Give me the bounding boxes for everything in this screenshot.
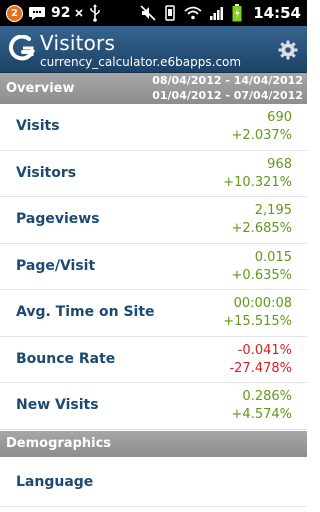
app-header: Visitors currency_calculator.e6bapps.com bbox=[0, 26, 307, 73]
previous-date-range: 01/04/2012 - 07/04/2012 bbox=[152, 89, 303, 102]
metric-row-page-per-visit[interactable]: Page/Visit 0.015 +0.635% bbox=[0, 243, 307, 290]
metric-change: +10.321% bbox=[223, 174, 292, 190]
page-title: Visitors bbox=[40, 31, 116, 55]
metric-value: 2,195 bbox=[254, 203, 292, 218]
metric-label: Visits bbox=[16, 118, 60, 134]
status-bar-right: 14:54 bbox=[140, 3, 301, 23]
date-ranges: 08/04/2012 - 14/04/2012 01/04/2012 - 07/… bbox=[152, 73, 303, 103]
metrics-list: Visits 690 +2.037% Visitors 968 +10.321%… bbox=[0, 104, 307, 430]
close-notification-icon bbox=[75, 9, 84, 17]
metric-change: +4.574% bbox=[231, 407, 292, 422]
overview-title: Overview bbox=[6, 81, 75, 96]
signal-icon bbox=[209, 5, 225, 21]
metric-values: 690 +2.037% bbox=[232, 109, 292, 145]
metric-change: -27.478% bbox=[229, 360, 292, 376]
vibrate-icon bbox=[163, 5, 177, 21]
clock: 14:54 bbox=[253, 4, 301, 22]
metric-values: 00:00:08 +15.515% bbox=[223, 295, 292, 331]
profile-domain: currency_calculator.e6bapps.com bbox=[40, 55, 242, 69]
metric-row-visits[interactable]: Visits 690 +2.037% bbox=[0, 104, 307, 151]
metric-label: Page/Visit bbox=[16, 257, 96, 274]
wifi-icon bbox=[184, 6, 202, 20]
notification-badge: 2 bbox=[6, 4, 23, 22]
metric-values: 0.015 +0.635% bbox=[232, 249, 292, 285]
metric-row-pageviews[interactable]: Pageviews 2,195 +2.685% bbox=[0, 197, 307, 244]
metric-values: -0.041% -27.478% bbox=[229, 342, 292, 378]
metric-row-avg-time-on-site[interactable]: Avg. Time on Site 00:00:08 +15.515% bbox=[0, 290, 307, 337]
metric-label: New Visits bbox=[16, 397, 99, 413]
gear-icon[interactable] bbox=[278, 40, 298, 60]
status-bar: 2 92 14:54 bbox=[0, 0, 307, 26]
metric-value: 00:00:08 bbox=[233, 296, 292, 311]
metric-value: -0.041% bbox=[237, 342, 292, 358]
mute-icon bbox=[140, 5, 156, 21]
battery-percent-text: 92 bbox=[51, 5, 71, 21]
metric-value: 0.286% bbox=[242, 389, 292, 404]
current-date-range: 08/04/2012 - 14/04/2012 bbox=[152, 74, 303, 87]
metric-values: 2,195 +2.685% bbox=[232, 202, 292, 238]
usb-icon bbox=[88, 4, 102, 22]
metric-row-bounce-rate[interactable]: Bounce Rate -0.041% -27.478% bbox=[0, 336, 307, 383]
metric-values: 968 +10.321% bbox=[223, 156, 292, 192]
metric-label: Pageviews bbox=[16, 211, 100, 227]
metric-value: 968 bbox=[267, 156, 292, 172]
demographics-item-language[interactable]: Language bbox=[0, 457, 307, 507]
metric-row-visitors[interactable]: Visitors 968 +10.321% bbox=[0, 150, 307, 197]
demographics-title: Demographics bbox=[6, 436, 112, 451]
metric-change: +0.635% bbox=[231, 267, 292, 283]
metric-value: 0.015 bbox=[254, 249, 292, 265]
metric-values: 0.286% +4.574% bbox=[232, 388, 292, 424]
metric-change: +2.037% bbox=[231, 128, 292, 143]
demographics-item-label: Language bbox=[16, 474, 94, 490]
battery-icon bbox=[232, 4, 242, 22]
metric-label: Avg. Time on Site bbox=[16, 304, 155, 320]
status-bar-left: 2 92 bbox=[6, 3, 102, 23]
metric-change: +2.685% bbox=[231, 221, 292, 236]
message-icon bbox=[28, 5, 46, 21]
demographics-section-header: Demographics bbox=[0, 431, 307, 457]
metric-change: +15.515% bbox=[223, 314, 292, 329]
metric-row-new-visits[interactable]: New Visits 0.286% +4.574% bbox=[0, 383, 307, 430]
metric-value: 690 bbox=[267, 110, 292, 125]
overview-section-header: Overview 08/04/2012 - 14/04/2012 01/04/2… bbox=[0, 73, 307, 104]
metric-label: Bounce Rate bbox=[16, 350, 116, 367]
metric-label: Visitors bbox=[16, 164, 77, 181]
app-logo-icon bbox=[8, 34, 36, 63]
